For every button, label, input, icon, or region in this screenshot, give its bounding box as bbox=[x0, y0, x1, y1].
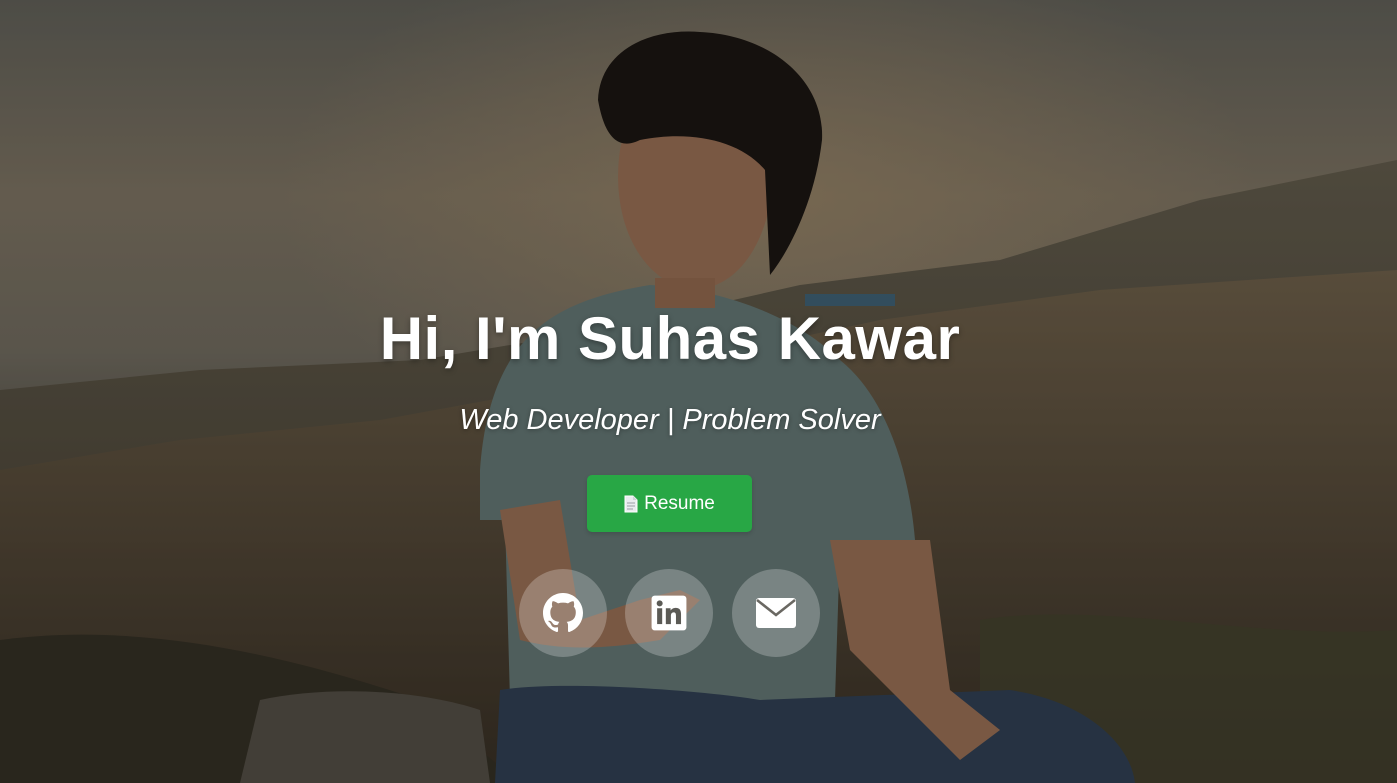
github-link[interactable] bbox=[519, 569, 607, 657]
background-overlay bbox=[0, 0, 1397, 783]
email-link[interactable] bbox=[732, 569, 820, 657]
document-icon bbox=[624, 495, 638, 513]
hero-section: Hi, I'm Suhas Kawar Web Developer | Prob… bbox=[0, 0, 1397, 783]
email-icon bbox=[755, 597, 797, 629]
github-icon bbox=[543, 593, 583, 633]
resume-button[interactable]: Resume bbox=[587, 475, 752, 532]
hero-subtitle: Web Developer | Problem Solver bbox=[459, 404, 881, 436]
linkedin-link[interactable] bbox=[625, 569, 713, 657]
resume-button-label: Resume bbox=[644, 492, 715, 514]
linkedin-icon bbox=[650, 594, 688, 632]
hero-title: Hi, I'm Suhas Kawar bbox=[379, 305, 961, 372]
